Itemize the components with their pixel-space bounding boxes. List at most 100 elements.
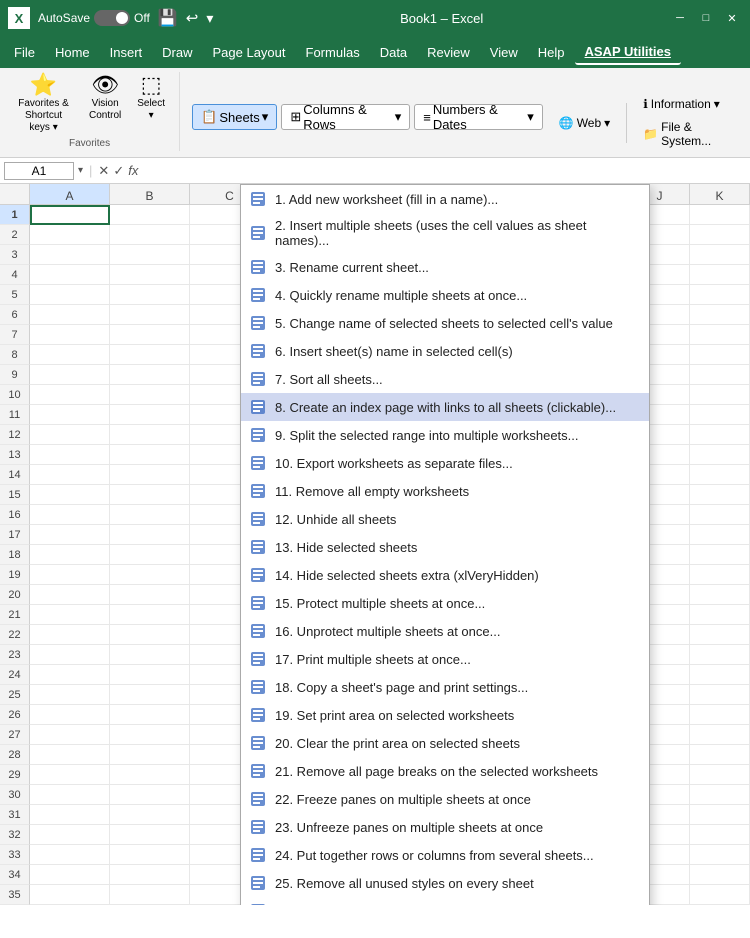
dropdown-menu-item[interactable]: 19. Set print area on selected worksheet… [241,701,649,729]
table-row[interactable] [690,885,750,905]
table-row[interactable] [690,325,750,345]
dropdown-menu-item[interactable]: 4. Quickly rename multiple sheets at onc… [241,281,649,309]
minimize-button[interactable]: ─ [670,8,690,28]
table-row[interactable] [690,465,750,485]
dropdown-menu-item[interactable]: 15. Protect multiple sheets at once... [241,589,649,617]
table-row[interactable] [690,705,750,725]
table-row[interactable] [690,205,750,225]
table-row[interactable] [30,765,110,785]
formula-input[interactable] [142,162,746,179]
dropdown-menu-item[interactable]: 24. Put together rows or columns from se… [241,841,649,869]
table-row[interactable] [110,765,190,785]
dropdown-menu-item[interactable]: 25. Remove all unused styles on every sh… [241,869,649,897]
information-button[interactable]: ℹ Information ▾ [635,94,742,114]
table-row[interactable] [30,245,110,265]
table-row[interactable] [110,865,190,885]
dropdown-menu-item[interactable]: 5. Change name of selected sheets to sel… [241,309,649,337]
table-row[interactable] [690,665,750,685]
table-row[interactable] [110,265,190,285]
autosave-control[interactable]: AutoSave Off [38,10,150,26]
table-row[interactable] [110,665,190,685]
table-row[interactable] [690,845,750,865]
table-row[interactable] [30,545,110,565]
table-row[interactable] [110,745,190,765]
menu-asap[interactable]: ASAP Utilities [575,40,681,65]
confirm-icon[interactable]: ✓ [113,163,124,179]
table-row[interactable] [30,205,110,225]
menu-insert[interactable]: Insert [100,41,153,64]
table-row[interactable] [30,305,110,325]
table-row[interactable] [30,665,110,685]
table-row[interactable] [110,365,190,385]
menu-data[interactable]: Data [370,41,417,64]
table-row[interactable] [110,305,190,325]
table-row[interactable] [110,585,190,605]
table-row[interactable] [690,645,750,665]
numbers-dates-dropdown-button[interactable]: ≡ Numbers & Dates ▾ [414,104,543,130]
table-row[interactable] [110,685,190,705]
sheets-dropdown-button[interactable]: 📋 Sheets ▾ [192,104,277,130]
menu-formulas[interactable]: Formulas [296,41,370,64]
web-button[interactable]: 🌐 Web ▾ [551,113,618,133]
table-row[interactable] [690,725,750,745]
table-row[interactable] [30,385,110,405]
table-row[interactable] [30,845,110,865]
save-icon[interactable]: 💾 [158,8,178,28]
table-row[interactable] [110,445,190,465]
table-row[interactable] [110,825,190,845]
table-row[interactable] [110,225,190,245]
dropdown-menu-item[interactable]: 10. Export worksheets as separate files.… [241,449,649,477]
dropdown-menu-item[interactable]: 26. Delete unused empty ending rows/colu… [241,897,649,905]
close-button[interactable]: ✕ [722,8,742,28]
table-row[interactable] [110,605,190,625]
table-row[interactable] [110,725,190,745]
table-row[interactable] [30,465,110,485]
table-row[interactable] [110,345,190,365]
table-row[interactable] [690,265,750,285]
table-row[interactable] [110,785,190,805]
table-row[interactable] [690,625,750,645]
table-row[interactable] [30,445,110,465]
table-row[interactable] [30,425,110,445]
table-row[interactable] [30,325,110,345]
dropdown-menu-item[interactable]: 17. Print multiple sheets at once... [241,645,649,673]
table-row[interactable] [690,505,750,525]
table-row[interactable] [110,205,190,225]
table-row[interactable] [30,485,110,505]
dropdown-menu-item[interactable]: 22. Freeze panes on multiple sheets at o… [241,785,649,813]
table-row[interactable] [690,485,750,505]
dropdown-menu-item[interactable]: 1. Add new worksheet (fill in a name)... [241,185,649,213]
dropdown-menu-item[interactable]: 23. Unfreeze panes on multiple sheets at… [241,813,649,841]
table-row[interactable] [110,845,190,865]
table-row[interactable] [110,805,190,825]
table-row[interactable] [30,785,110,805]
table-row[interactable] [690,865,750,885]
table-row[interactable] [690,365,750,385]
vision-control-button[interactable]: 👁 VisionControl [83,72,127,124]
table-row[interactable] [690,385,750,405]
table-row[interactable] [30,725,110,745]
dropdown-menu-item[interactable]: 3. Rename current sheet... [241,253,649,281]
autosave-toggle[interactable] [94,10,130,26]
table-row[interactable] [110,465,190,485]
table-row[interactable] [30,285,110,305]
table-row[interactable] [30,745,110,765]
table-row[interactable] [690,525,750,545]
favorites-shortcut-keys-button[interactable]: ⭐ Favorites &Shortcut keys ▾ [8,72,79,136]
table-row[interactable] [30,265,110,285]
table-row[interactable] [30,405,110,425]
table-row[interactable] [690,785,750,805]
dropdown-menu-item[interactable]: 9. Split the selected range into multipl… [241,421,649,449]
table-row[interactable] [30,565,110,585]
table-row[interactable] [690,585,750,605]
dropdown-menu-item[interactable]: 12. Unhide all sheets [241,505,649,533]
table-row[interactable] [690,805,750,825]
menu-home[interactable]: Home [45,41,100,64]
file-system-button[interactable]: 📁 File & System... [635,117,742,151]
col-header-b[interactable]: B [110,184,190,204]
dropdown-menu-item[interactable]: 6. Insert sheet(s) name in selected cell… [241,337,649,365]
table-row[interactable] [110,645,190,665]
table-row[interactable] [690,765,750,785]
dropdown-menu-item[interactable]: 8. Create an index page with links to al… [241,393,649,421]
table-row[interactable] [690,605,750,625]
